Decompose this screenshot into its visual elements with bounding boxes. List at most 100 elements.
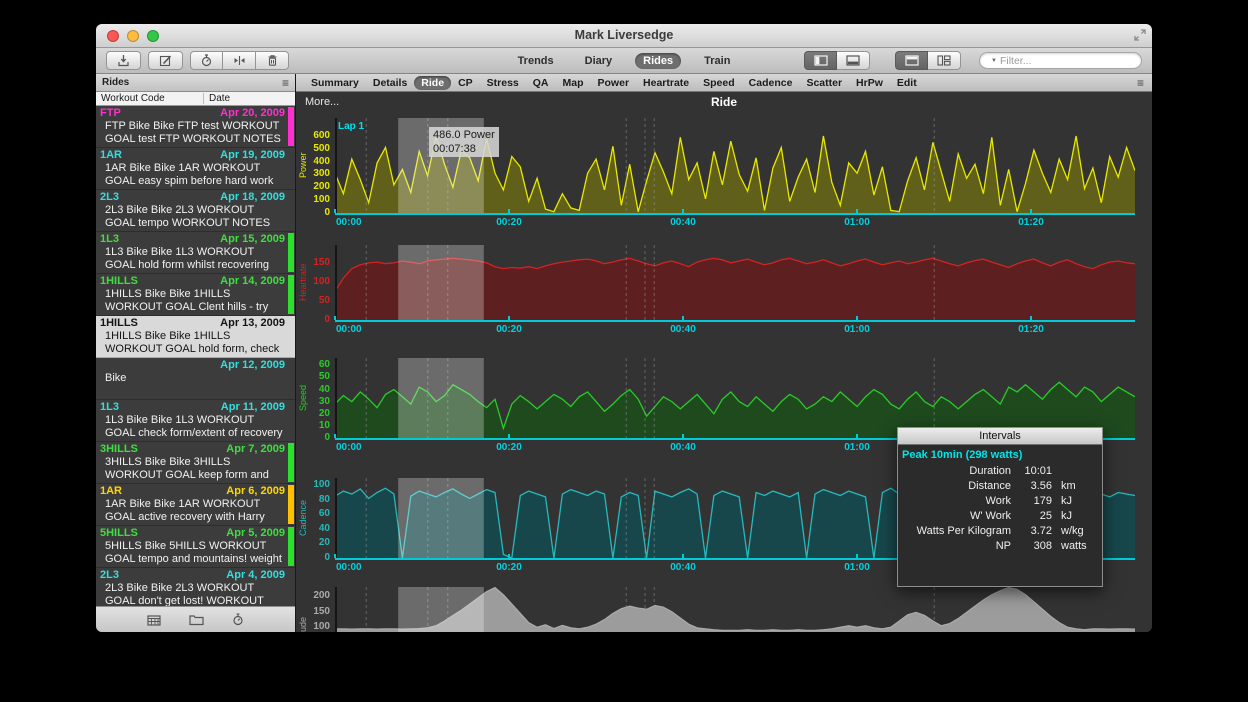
heartrate-ytick: 50 [296, 295, 330, 306]
ride-row-header: FTPApr 20, 2009 [100, 107, 285, 120]
sidebar-menu-icon[interactable]: ≡ [282, 78, 289, 88]
ride-row-header: 1L3Apr 15, 2009 [100, 233, 285, 246]
ride-list-item[interactable]: 1ARApr 19, 20091AR Bike Bike 1AR WORKOUT… [96, 148, 295, 190]
analysis-tab-qa[interactable]: QA [526, 76, 556, 90]
ride-list-item[interactable]: FTPApr 20, 2009FTP Bike Bike FTP test WO… [96, 106, 295, 148]
power-ytick: 500 [296, 143, 330, 154]
heartrate-ytick: 0 [296, 314, 330, 325]
column-workout-code[interactable]: Workout Code [96, 93, 203, 104]
ride-color-bar [288, 485, 294, 524]
analysis-tab-heartrate[interactable]: Heartrate [636, 76, 696, 90]
metric-value: 3.72 [1020, 524, 1052, 539]
ride-row-header: 1ARApr 6, 2009 [100, 485, 285, 498]
fullscreen-icon[interactable] [1134, 29, 1146, 41]
power-ytick: 200 [296, 181, 330, 192]
chart-menu-icon[interactable]: ≡ [1137, 78, 1144, 88]
ride-list-item[interactable]: 1L3Apr 15, 20091L3 Bike Bike 1L3 WORKOUT… [96, 232, 295, 274]
cadence-ytick: 100 [296, 479, 330, 490]
ride-date: Apr 4, 2009 [226, 569, 285, 582]
analysis-tab-map[interactable]: Map [556, 76, 591, 90]
ride-list-item[interactable]: 3HILLSApr 7, 20093HILLS Bike Bike 3HILLS… [96, 442, 295, 484]
interval-metric-row: W' Work25kJ [902, 509, 1096, 524]
app-tab-trends[interactable]: Trends [510, 53, 562, 69]
ride-list-item[interactable]: 5HILLSApr 5, 20095HILLS Bike 5HILLS WORK… [96, 526, 295, 568]
filter-menu-caret[interactable]: ▼ [991, 58, 997, 64]
cursor-tooltip: 486.0 Power00:07:38 [429, 127, 499, 157]
app-tab-diary[interactable]: Diary [577, 53, 621, 69]
intervals-popup-title[interactable]: Intervals [898, 428, 1102, 445]
compose-button[interactable] [148, 51, 183, 70]
split-button[interactable] [223, 51, 256, 70]
app-tab-train[interactable]: Train [696, 53, 738, 69]
lap-label: Lap 1 [338, 121, 364, 132]
speed-plot[interactable] [335, 358, 1135, 438]
zoom-button[interactable] [147, 30, 159, 42]
analysis-tab-edit[interactable]: Edit [890, 76, 924, 90]
metric-value: 10:01 [1020, 464, 1052, 479]
minimize-button[interactable] [127, 30, 139, 42]
speed-ytick: 10 [296, 420, 330, 431]
analysis-tab-details[interactable]: Details [366, 76, 414, 90]
panel-toggle-group [804, 51, 870, 70]
calendar-icon[interactable] [147, 614, 161, 626]
ride-description: GOAL tempo and mountains! weight [100, 553, 285, 566]
ride-list-item[interactable]: 2L3Apr 18, 20092L3 Bike Bike 2L3 WORKOUT… [96, 190, 295, 232]
stopwatch-button[interactable] [190, 51, 223, 70]
x-tick-label: 00:40 [670, 324, 696, 335]
analysis-tab-stress[interactable]: Stress [480, 76, 526, 90]
ride-list-item[interactable]: 1L3Apr 11, 20091L3 Bike Bike 1L3 WORKOUT… [96, 400, 295, 442]
sidebar-toggle-button[interactable] [804, 51, 837, 70]
folder-icon[interactable] [189, 614, 204, 626]
metric-label: W' Work [902, 509, 1020, 524]
ride-description: WORKOUT GOAL keep form and [100, 469, 285, 482]
ride-row-header: 1HILLSApr 14, 2009 [100, 275, 285, 288]
filter-input[interactable] [1000, 55, 1135, 67]
column-date[interactable]: Date [203, 93, 295, 104]
tiled-view-button[interactable] [895, 51, 928, 70]
app-window: Mark Liversedge TrendsDiaryRidesTrain [96, 24, 1152, 632]
x-tick-label: 01:00 [844, 442, 870, 453]
ride-description: 2L3 Bike Bike 2L3 WORKOUT [100, 204, 285, 217]
x-tickmark [682, 209, 684, 213]
analysis-tab-bar: SummaryDetailsRideCPStressQAMapPowerHear… [296, 74, 1152, 92]
speed-ytick: 0 [296, 432, 330, 443]
ride-list-item[interactable]: Apr 12, 2009Bike [96, 358, 295, 400]
bottombar-toggle-button[interactable] [837, 51, 870, 70]
analysis-tab-ride[interactable]: Ride [414, 76, 451, 90]
ride-list-item[interactable]: 1ARApr 6, 20091AR Bike Bike 1AR WORKOUTG… [96, 484, 295, 526]
x-tickmark [508, 209, 510, 213]
analysis-tab-summary[interactable]: Summary [304, 76, 366, 90]
import-button[interactable] [106, 51, 141, 70]
ride-list-item[interactable]: 1HILLSApr 13, 20091HILLS Bike Bike 1HILL… [96, 316, 295, 358]
delete-button[interactable] [256, 51, 289, 70]
analysis-tab-scatter[interactable]: Scatter [799, 76, 849, 90]
power-ytick: 300 [296, 168, 330, 179]
metric-unit: kJ [1052, 509, 1096, 524]
altitude-plot[interactable] [335, 587, 1135, 632]
x-tickmark [508, 554, 510, 558]
ride-list-item[interactable]: 1HILLSApr 14, 20091HILLS Bike Bike 1HILL… [96, 274, 295, 316]
analysis-tab-hrpw[interactable]: HrPw [849, 76, 890, 90]
intervals-popup-body: Peak 10min (298 watts) Duration10:01Dist… [898, 445, 1102, 554]
analysis-tab-cadence[interactable]: Cadence [742, 76, 800, 90]
ride-code: 5HILLS [100, 527, 138, 540]
x-tickmark [682, 316, 684, 320]
altitude-ytick: 150 [296, 606, 330, 617]
stopwatch-icon[interactable] [232, 613, 244, 626]
ride-list-item[interactable]: 2L3Apr 4, 20092L3 Bike Bike 2L3 WORKOUTG… [96, 568, 295, 606]
analysis-tab-cp[interactable]: CP [451, 76, 480, 90]
ride-description: 5HILLS Bike 5HILLS WORKOUT [100, 540, 285, 553]
app-tab-rides[interactable]: Rides [635, 53, 681, 69]
analysis-tab-speed[interactable]: Speed [696, 76, 742, 90]
chart-title: Ride [296, 95, 1152, 109]
tabbed-view-button[interactable] [928, 51, 961, 70]
close-button[interactable] [107, 30, 119, 42]
power-plot[interactable]: Lap 1 486.0 Power00:07:38 [335, 118, 1135, 213]
ride-date: Apr 7, 2009 [226, 443, 285, 456]
heartrate-plot[interactable] [335, 245, 1135, 320]
analysis-tab-power[interactable]: Power [591, 76, 637, 90]
ride-code: 1AR [100, 485, 122, 498]
x-tick-label: 00:00 [336, 442, 362, 453]
ride-code: 1L3 [100, 401, 119, 414]
ride-row-header: 1ARApr 19, 2009 [100, 149, 285, 162]
